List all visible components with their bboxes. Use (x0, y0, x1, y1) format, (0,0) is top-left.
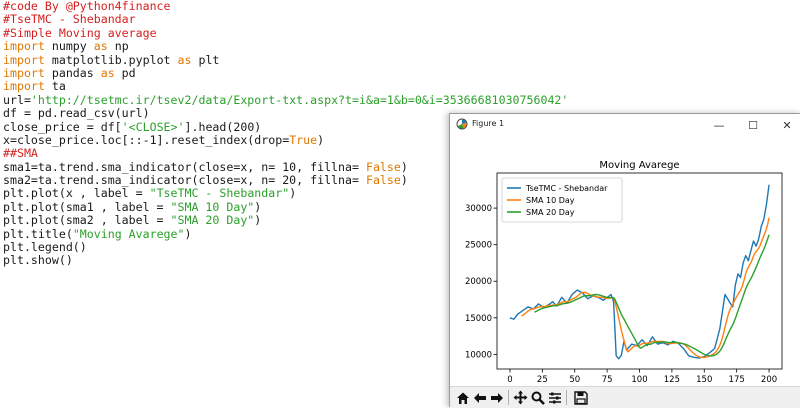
figure-window[interactable]: Figure 1 — ☐ ✕ Moving Avarege 0 25 50 75 100 1… (449, 113, 800, 408)
code-token: ) (400, 159, 408, 174)
code-line: url='http://tsetmc.ir/tsev2/data/Export-… (3, 92, 569, 107)
code-token: #TseTMC - Shebandar (3, 12, 136, 27)
code-token: import (3, 79, 45, 94)
code-token: 'http://tsetmc.ir/tsev2/data/Export-txt.… (30, 92, 569, 107)
matplotlib-logo-icon (456, 118, 468, 130)
pan-button[interactable] (512, 389, 529, 406)
code-token: np (107, 39, 129, 54)
code-token: as (100, 65, 115, 80)
code-token: ta (44, 79, 66, 94)
code-token: ) (254, 213, 262, 228)
y-tick-label: 30000 (465, 204, 492, 214)
code-token: x=close_price.loc[::-1].reset_index(drop… (3, 132, 290, 147)
save-icon (573, 390, 588, 405)
code-token: "SMA 20 Day" (170, 213, 255, 228)
toolbar-separator (566, 390, 567, 405)
code-token: #code By @Python4finance (3, 0, 171, 13)
code-token: sma2=ta.trend.sma_indicator(close=x, n= … (3, 173, 366, 188)
code-token: pd (114, 65, 136, 80)
code-token: pandas (44, 65, 101, 80)
code-token: #Simple Moving average (3, 25, 157, 40)
back-button[interactable] (471, 389, 488, 406)
code-token: "Moving Avarege" (72, 226, 185, 241)
window-titlebar[interactable]: Figure 1 — ☐ ✕ (450, 114, 800, 136)
code-token: ) (289, 186, 297, 201)
code-token: as (93, 39, 108, 54)
code-line: #TseTMC - Shebandar (3, 13, 568, 26)
minimize-button[interactable]: — (706, 116, 732, 134)
configure-subplots-button[interactable] (546, 389, 563, 406)
code-token: plt.plot(sma1 , label = (3, 199, 171, 214)
x-tick-label: 25 (537, 375, 548, 385)
code-token: ) (317, 132, 325, 147)
code-token: ) (400, 173, 408, 188)
back-arrow-icon (473, 392, 486, 403)
x-tick-label: 175 (729, 375, 745, 385)
code-token: numpy (44, 39, 94, 54)
x-tick-label: 75 (602, 375, 613, 385)
close-button[interactable]: ✕ (774, 116, 800, 134)
code-token: plt.show() (3, 253, 73, 268)
code-token: ].head(200) (184, 119, 262, 134)
code-token: False (365, 173, 401, 188)
code-token: matplotlib.pyplot (44, 52, 178, 67)
x-tick-label: 125 (664, 375, 680, 385)
code-line: import ta (3, 80, 568, 93)
code-token: plt.legend() (3, 240, 87, 255)
zoom-button[interactable] (529, 389, 546, 406)
code-token: import (3, 65, 45, 80)
toolbar-separator (508, 390, 509, 405)
window-title: Figure 1 (472, 119, 505, 128)
code-token: plt (191, 52, 220, 67)
code-token: ) (254, 199, 262, 214)
code-token: False (365, 159, 401, 174)
legend-label: TseTMC - Shebandar (525, 184, 608, 193)
line-chart: Moving Avarege 0 25 50 75 100 125 150 175 200 1000… (465, 160, 783, 385)
code-token: as (177, 52, 192, 67)
zoom-icon (531, 391, 545, 405)
maximize-button[interactable]: ☐ (740, 116, 766, 134)
code-line: import numpy as np (3, 39, 568, 54)
home-button[interactable] (454, 389, 471, 406)
x-tick-label: 100 (631, 375, 647, 385)
code-line: #code By @Python4finance (3, 0, 568, 13)
code-token: import (3, 39, 45, 54)
code-token: ) (184, 226, 192, 241)
code-token: url= (3, 92, 31, 107)
configure-subplots-icon (548, 392, 561, 403)
chart-title: Moving Avarege (599, 160, 679, 171)
pan-icon (513, 390, 528, 405)
code-token: True (289, 132, 318, 147)
save-button[interactable] (572, 389, 589, 406)
code-line: import matplotlib.pyplot as plt (3, 52, 568, 67)
code-token: ##SMA (3, 146, 38, 161)
code-token: sma1=ta.trend.sma_indicator(close=x, n= … (3, 159, 366, 174)
code-line: import pandas as pd (3, 65, 568, 80)
y-tick-label: 10000 (465, 350, 492, 360)
code-token: plt.plot(x , label = (3, 186, 150, 201)
code-token: plt.title( (3, 226, 73, 241)
code-token: '<CLOSE>' (121, 119, 185, 134)
forward-button[interactable] (488, 389, 505, 406)
code-token: "SMA 10 Day" (170, 199, 255, 214)
x-tick-label: 50 (569, 375, 580, 385)
home-icon (456, 392, 469, 404)
matplotlib-toolbar (450, 386, 800, 408)
code-line: #Simple Moving average (3, 25, 568, 40)
code-token: plt.plot(sma2 , label = (3, 213, 171, 228)
code-token: "TseTMC - Shebandar" (149, 186, 290, 201)
plot-canvas[interactable]: Moving Avarege 0 25 50 75 100 125 150 175 200 1000… (450, 136, 800, 386)
x-tick-label: 150 (696, 375, 712, 385)
code-token: close_price = df[ (3, 119, 122, 134)
legend-label: SMA 20 Day (526, 208, 575, 217)
code-token: df = pd.read_csv(url) (3, 106, 150, 121)
y-tick-label: 20000 (465, 277, 492, 287)
forward-arrow-icon (490, 392, 503, 403)
y-tick-label: 15000 (465, 314, 492, 324)
code-token: import (3, 52, 45, 67)
legend-label: SMA 10 Day (526, 196, 575, 205)
x-tick-label: 0 (507, 375, 512, 385)
y-tick-label: 25000 (465, 241, 492, 251)
x-tick-label: 200 (761, 375, 777, 385)
